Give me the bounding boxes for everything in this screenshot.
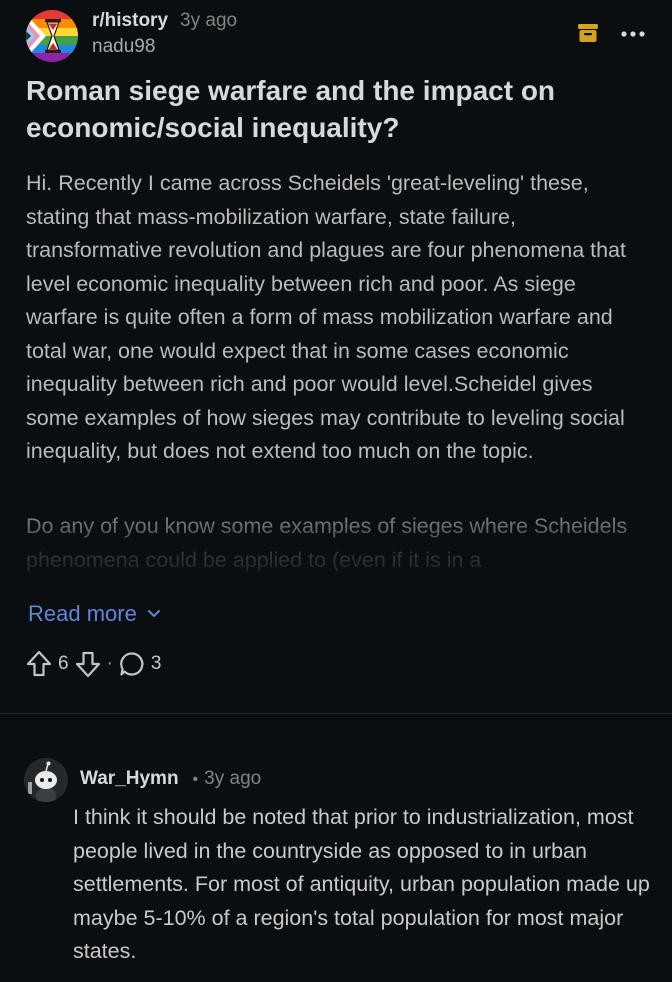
action-separator: · <box>106 653 113 674</box>
comment-separator: • <box>192 771 199 788</box>
post-body-faded: Do any of you know some examples of sieg… <box>26 510 651 598</box>
vote-count: 6 <box>58 653 69 674</box>
comment-author[interactable]: War_Hymn <box>80 768 179 790</box>
comment-avatar[interactable] <box>24 758 68 802</box>
hourglass-pride-icon <box>26 10 78 62</box>
section-divider <box>0 713 672 714</box>
more-options-icon[interactable] <box>620 24 646 44</box>
subreddit-name[interactable]: r/history <box>92 10 168 32</box>
read-more-button[interactable]: Read more <box>28 601 161 627</box>
comment-header: War_Hymn • 3y ago <box>80 768 261 790</box>
post-time: 3y ago <box>180 10 238 31</box>
comment-body: I think it should be noted that prior to… <box>73 805 650 963</box>
chevron-down-icon <box>147 610 160 617</box>
upvote-arrow-icon[interactable] <box>26 650 52 678</box>
comment-time: 3y ago <box>204 768 262 789</box>
comment-count: 3 <box>150 653 162 674</box>
post-body-paragraph-2: Do any of you know some examples of sieg… <box>26 514 628 572</box>
post-author[interactable]: nadu98 <box>92 36 237 58</box>
post-body: Hi. Recently I came across Scheidels 'gr… <box>26 167 651 469</box>
read-more-label: Read more <box>28 601 137 626</box>
archive-icon <box>578 24 598 42</box>
snoo-avatar-icon <box>24 758 68 802</box>
subreddit-line: r/history 3y ago <box>92 10 237 32</box>
downvote-arrow-icon[interactable] <box>75 650 101 678</box>
subreddit-avatar[interactable] <box>26 10 78 62</box>
post-header: r/history 3y ago nadu98 <box>26 8 646 62</box>
post-title: Roman siege warfare and the impact on ec… <box>26 75 556 143</box>
post-body-paragraph: Hi. Recently I came across Scheidels 'gr… <box>26 171 626 463</box>
post-actions: 6 · 3 <box>26 650 167 678</box>
post-meta: r/history 3y ago nadu98 <box>92 10 237 58</box>
comment-bubble-icon[interactable] <box>119 651 145 677</box>
